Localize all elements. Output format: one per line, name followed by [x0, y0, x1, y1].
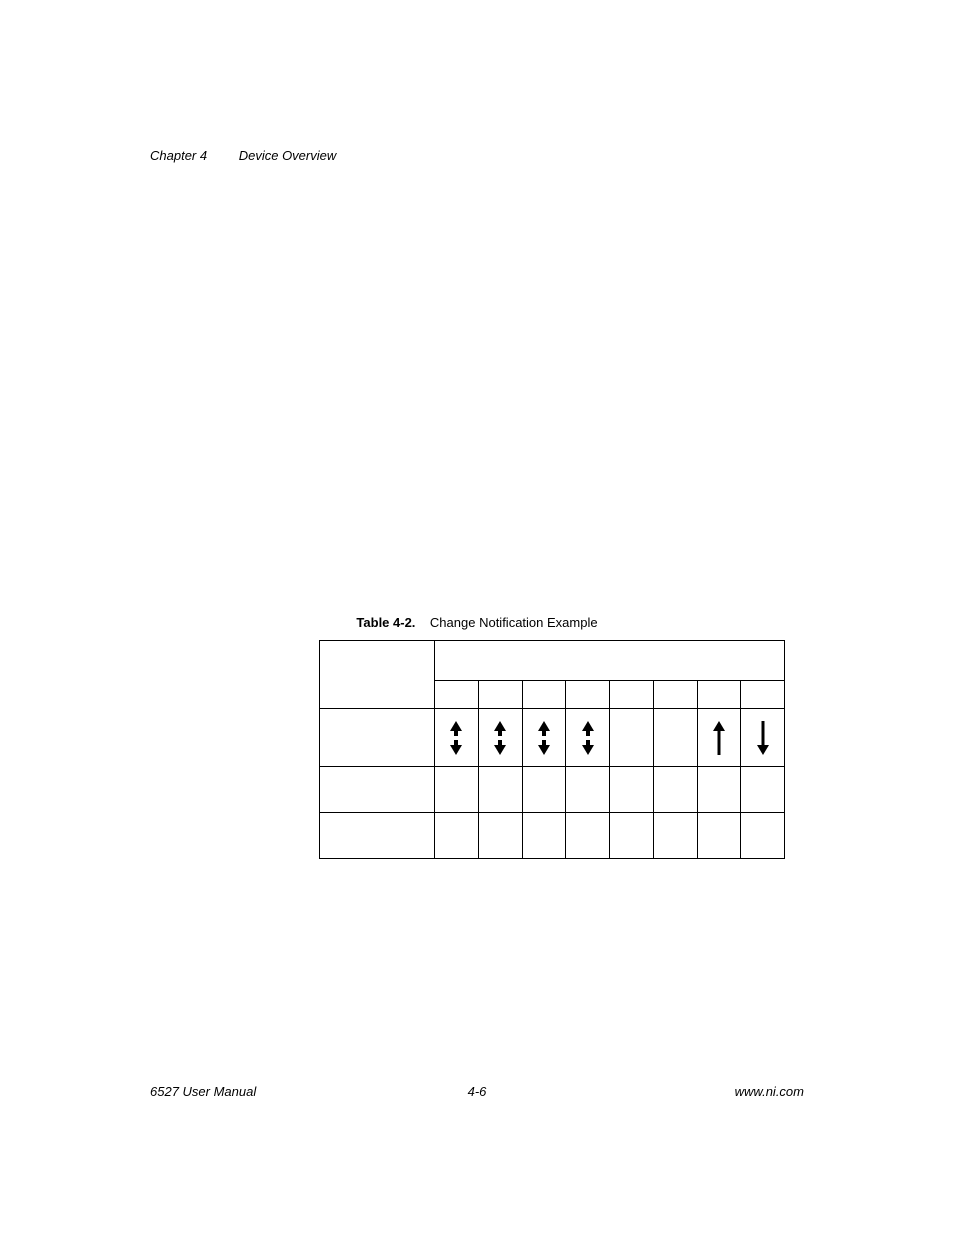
cell	[566, 813, 610, 859]
running-header: Chapter 4 Device Overview	[150, 148, 336, 163]
cell-bit-0	[741, 681, 785, 709]
cell-blank	[320, 641, 435, 709]
cell	[697, 813, 741, 859]
cell-arrow-5	[522, 709, 566, 767]
cell	[610, 813, 654, 859]
cell-arrow-label	[320, 709, 435, 767]
cell	[653, 813, 697, 859]
down-arrow-icon	[756, 721, 770, 755]
cell	[478, 813, 522, 859]
cell	[653, 767, 697, 813]
cell-bit-6	[478, 681, 522, 709]
updown-arrow-icon	[493, 721, 507, 755]
table-row	[320, 813, 785, 859]
table-caption: Table 4-2. Change Notification Example	[0, 615, 954, 630]
page: Chapter 4 Device Overview Table 4-2. Cha…	[0, 0, 954, 1235]
cell	[522, 767, 566, 813]
table-row	[320, 641, 785, 681]
caption-text: Change Notification Example	[430, 615, 598, 630]
header-chapter: Chapter 4	[150, 148, 207, 163]
cell	[610, 767, 654, 813]
running-footer: 4-6 6527 User Manual www.ni.com	[150, 1084, 804, 1099]
cell-label-b	[320, 813, 435, 859]
cell	[478, 767, 522, 813]
cell-arrow-2	[653, 709, 697, 767]
cell-header-span	[435, 641, 785, 681]
up-arrow-icon	[712, 721, 726, 755]
cell-bit-3	[610, 681, 654, 709]
header-title: Device Overview	[239, 148, 337, 163]
updown-arrow-icon	[581, 721, 595, 755]
cell	[522, 813, 566, 859]
table-row-arrows	[320, 709, 785, 767]
cell-arrow-6	[478, 709, 522, 767]
change-notification-table	[319, 640, 784, 859]
cell	[741, 767, 785, 813]
cell-bit-1	[697, 681, 741, 709]
footer-page-number: 4-6	[150, 1084, 804, 1099]
cell	[741, 813, 785, 859]
caption-label: Table 4-2.	[356, 615, 415, 630]
cell-arrow-4	[566, 709, 610, 767]
cell	[697, 767, 741, 813]
table-row	[320, 767, 785, 813]
cell-arrow-3	[610, 709, 654, 767]
cell-bit-7	[435, 681, 479, 709]
cell-arrow-7	[435, 709, 479, 767]
cell-arrow-1	[697, 709, 741, 767]
cell-arrow-0	[741, 709, 785, 767]
cell-bit-2	[653, 681, 697, 709]
cell-bit-5	[522, 681, 566, 709]
cell	[566, 767, 610, 813]
cell	[435, 767, 479, 813]
updown-arrow-icon	[449, 721, 463, 755]
cell	[435, 813, 479, 859]
updown-arrow-icon	[537, 721, 551, 755]
cell-label-a	[320, 767, 435, 813]
cell-bit-4	[566, 681, 610, 709]
